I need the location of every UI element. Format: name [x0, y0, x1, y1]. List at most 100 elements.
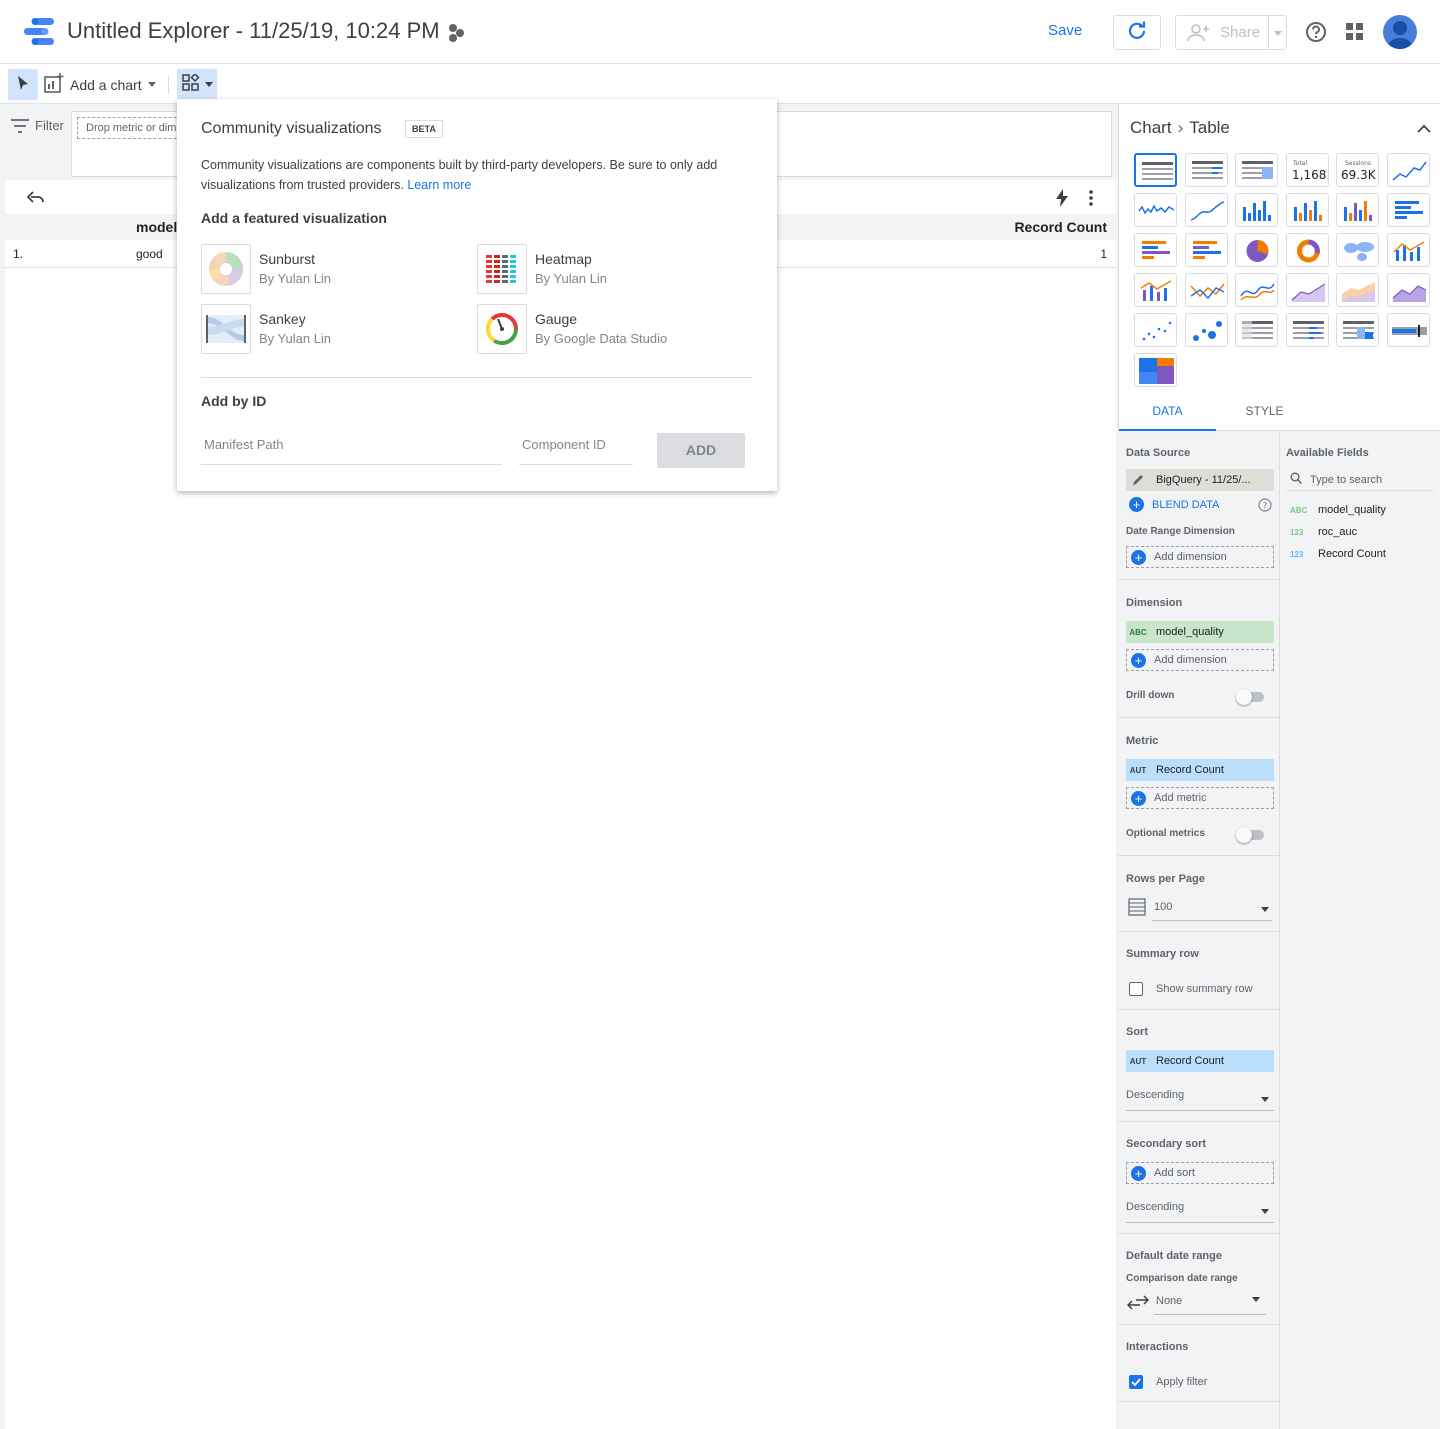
add-dimension[interactable]: + Add dimension: [1126, 649, 1274, 671]
breadcrumb-root[interactable]: Chart: [1130, 118, 1172, 138]
blend-help-icon[interactable]: ?: [1258, 498, 1272, 517]
top-bar: Untitled Explorer - 11/25/19, 10:24 PM S…: [0, 0, 1440, 64]
stacked-column-chart-icon[interactable]: [1285, 193, 1329, 227]
comparison-date-range-select[interactable]: None: [1154, 1293, 1266, 1315]
sankey-name[interactable]: Sankey: [259, 311, 306, 327]
column-chart-icon[interactable]: [1235, 193, 1278, 227]
line-chart-icon[interactable]: [1184, 273, 1228, 307]
pivot-table-icon[interactable]: [1235, 313, 1278, 347]
scorecard-chart-icon[interactable]: Total 1,168: [1285, 153, 1329, 187]
heatmap-name[interactable]: Heatmap: [535, 251, 592, 267]
comparison-date-range-label: Comparison date range: [1126, 1273, 1238, 1284]
100-stacked-area-chart-icon[interactable]: [1386, 273, 1430, 307]
stacked-area-chart-icon[interactable]: [1336, 273, 1379, 307]
select-tool-button[interactable]: [8, 69, 38, 100]
field-item[interactable]: 123 roc_auc: [1290, 526, 1357, 538]
100-stacked-bar-chart-icon[interactable]: [1184, 233, 1228, 267]
table-heatmap-chart-icon[interactable]: [1235, 153, 1278, 187]
gauge-name[interactable]: Gauge: [535, 311, 577, 327]
add-metric[interactable]: + Add metric: [1126, 787, 1274, 809]
scatter-chart-icon[interactable]: [1134, 313, 1177, 347]
combo-chart-icon[interactable]: [1386, 233, 1430, 267]
help-icon[interactable]: [1305, 21, 1327, 48]
field-name: roc_auc: [1318, 526, 1358, 538]
area-chart-icon[interactable]: [1285, 273, 1329, 307]
pie-chart-icon[interactable]: [1235, 233, 1278, 267]
secondary-sort-order-select[interactable]: Descending: [1126, 1201, 1274, 1223]
scorecard-compact-chart-icon[interactable]: Sessions 69.3K: [1336, 153, 1379, 187]
manifest-path-input[interactable]: Manifest Path: [201, 433, 502, 465]
learn-more-link[interactable]: Learn more: [407, 178, 471, 192]
section-divider: [1118, 855, 1280, 856]
pivot-table-bars-icon[interactable]: [1285, 313, 1329, 347]
donut-chart-icon[interactable]: [1285, 233, 1329, 267]
smoothed-line-chart-icon[interactable]: [1235, 273, 1278, 307]
sparkline-chart-icon[interactable]: [1134, 193, 1177, 227]
dropdown-arrow-icon: [1252, 1297, 1260, 1302]
breadcrumb-chevron-icon: ›: [1177, 118, 1184, 137]
100-stacked-column-chart-icon[interactable]: [1336, 193, 1379, 227]
table-bars-chart-icon[interactable]: [1184, 153, 1228, 187]
smoothed-time-series-chart-icon[interactable]: [1184, 193, 1228, 227]
popup-title: Community visualizations: [201, 120, 382, 137]
table-chart-icon[interactable]: [1134, 153, 1177, 187]
more-options-icon[interactable]: [1089, 190, 1093, 211]
column-header-record-count[interactable]: Record Count: [1014, 219, 1107, 235]
avatar[interactable]: [1383, 15, 1417, 49]
refresh-button[interactable]: [1113, 15, 1161, 50]
add-visualization-button[interactable]: ADD: [657, 433, 745, 468]
undo-icon[interactable]: [26, 190, 45, 208]
heatmap-thumbnail[interactable]: [477, 244, 527, 294]
sort-chip[interactable]: AUT Record Count: [1126, 1050, 1274, 1072]
sunburst-thumbnail[interactable]: [201, 244, 251, 294]
sort-order-select[interactable]: Descending: [1126, 1089, 1274, 1111]
bubble-chart-icon[interactable]: [1184, 313, 1228, 347]
stacked-bar-chart-icon[interactable]: [1134, 233, 1177, 267]
field-search-input[interactable]: Type to search: [1286, 469, 1434, 491]
refresh-icon: [1127, 20, 1147, 45]
add-sort[interactable]: + Add sort: [1126, 1162, 1274, 1184]
add-chart-label: Add a chart: [70, 76, 142, 93]
show-summary-row-checkbox[interactable]: [1129, 982, 1143, 996]
field-item[interactable]: ABC model_quality: [1290, 504, 1386, 516]
share-dropdown-icon[interactable]: [1274, 31, 1282, 36]
stacked-combo-chart-icon[interactable]: [1134, 273, 1177, 307]
field-item[interactable]: 123 Record Count: [1290, 548, 1386, 560]
add-date-range-dimension[interactable]: + Add dimension: [1126, 546, 1274, 568]
bar-chart-icon[interactable]: [1386, 193, 1430, 227]
pivot-table-heatmap-icon[interactable]: [1336, 313, 1379, 347]
drill-down-toggle[interactable]: [1236, 689, 1264, 705]
gauge-thumbnail[interactable]: [477, 304, 527, 354]
apply-filter-checkbox[interactable]: [1129, 1375, 1143, 1389]
blend-data-button[interactable]: + BLEND DATA: [1126, 497, 1219, 512]
geo-map-chart-icon[interactable]: [1336, 233, 1379, 267]
search-icon: [1290, 471, 1302, 489]
metric-chip[interactable]: AUT Record Count: [1126, 759, 1274, 781]
collaborators-icon[interactable]: [446, 23, 466, 43]
bullet-chart-icon[interactable]: [1386, 313, 1430, 347]
sunburst-name[interactable]: Sunburst: [259, 251, 315, 267]
svg-text:1,168: 1,168: [1292, 168, 1326, 182]
treemap-chart-icon[interactable]: [1134, 353, 1177, 387]
data-source-chip[interactable]: BigQuery - 11/25/...: [1126, 469, 1274, 491]
save-button[interactable]: Save: [1036, 22, 1094, 39]
page-title[interactable]: Untitled Explorer - 11/25/19, 10:24 PM: [67, 18, 440, 44]
share-button[interactable]: Share: [1175, 15, 1287, 50]
edit-pencil-icon[interactable]: [1126, 473, 1150, 488]
tab-data[interactable]: DATA: [1119, 395, 1216, 431]
add-chart-button[interactable]: Add a chart: [44, 69, 156, 100]
sankey-icon: [206, 315, 246, 343]
optimize-bolt-icon[interactable]: [1055, 189, 1069, 212]
optional-metrics-toggle[interactable]: [1236, 827, 1264, 843]
component-id-input[interactable]: Component ID: [519, 433, 633, 465]
dimension-label: Dimension: [1126, 597, 1183, 609]
community-visualizations-button[interactable]: [177, 69, 217, 100]
apps-grid-icon[interactable]: [1346, 23, 1364, 46]
dimension-chip[interactable]: ABC model_quality: [1126, 621, 1274, 643]
tab-style[interactable]: STYLE: [1216, 395, 1313, 431]
rows-per-page-select[interactable]: 100: [1152, 899, 1272, 921]
data-studio-logo-icon[interactable]: [22, 17, 56, 47]
time-series-chart-icon[interactable]: [1386, 153, 1430, 187]
sankey-thumbnail[interactable]: [201, 304, 251, 354]
collapse-chevron-icon[interactable]: [1417, 120, 1431, 138]
